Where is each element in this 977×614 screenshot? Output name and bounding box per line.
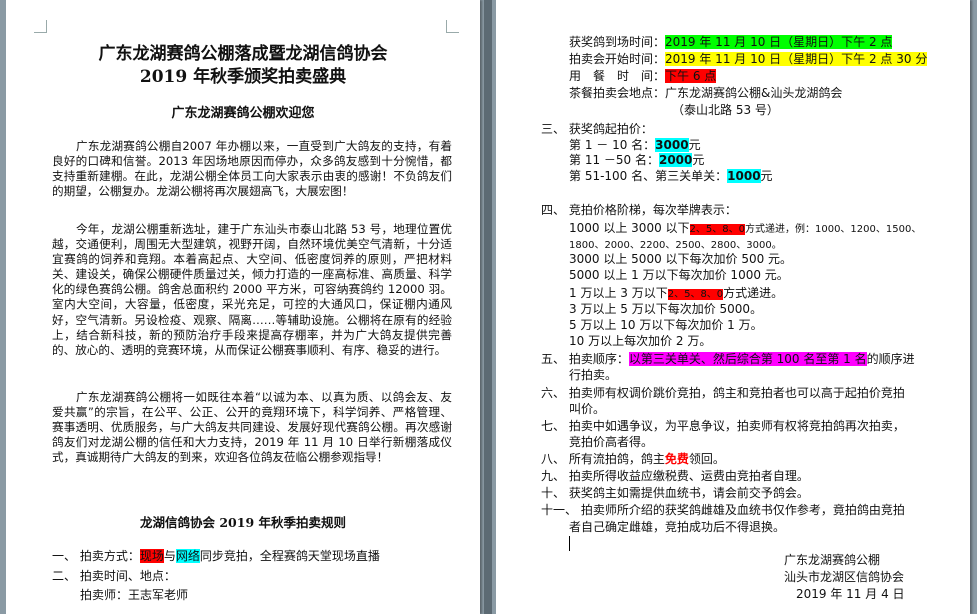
section-8-suffix: 领回。 [688,452,725,466]
price-unit: 元 [760,169,773,183]
price-unit: 元 [688,138,701,152]
bid-step-range: 1 万以上 3 万以下 [569,286,668,300]
section-8: 八、 所有流拍鸽，鸽主免费领回。 [541,452,725,467]
text-cursor[interactable] [569,536,570,551]
bid-step-suffix: 方式递进。 [723,286,784,300]
bid-step-1-cont: 1800、2000、2200、2500、2800、3000。 [569,240,782,251]
meal-time-value: 下午 6 点 [665,69,717,83]
section-3-title: 三、 获奖鸽起拍价： [541,122,653,136]
document-viewer: 广东龙湖赛鸽公棚落成暨龙湖信鸽协会 2019 年秋季颁奖拍卖盛典 广东龙湖赛鸽公… [0,0,977,614]
section-11: 十一、 拍卖师所介绍的获奖鸽雌雄及血统书仅作参考，竟拍鸽由竞拍 [541,503,905,517]
bid-step-7: 10 万以上每次加价 2 万。 [569,334,712,348]
price-row-top10: 第 1 － 10 名：3000元 [569,138,701,153]
bid-step-5: 3 万以上 5 万以下每次加价 5000。 [569,302,763,316]
free-return-text: 免费 [664,452,689,466]
rule-2: 二、 拍卖时间、地点： [52,569,176,583]
section-4-title: 四、 竞拍价格阶梯，每次举牌表示： [541,203,737,217]
bid-step-1: 1000 以上 3000 以下2、5、8、0方式递进，例：1000、1200、1… [569,221,921,237]
arrive-time-label: 获奖鸽到场时间： [569,35,666,49]
bid-step-6: 5 万以上 10 万以下每次加价 1 万。 [569,318,763,332]
highlight-onsite: 现场 [139,549,164,563]
doc-title-line2: 2019 年秋季颁奖拍卖盛典 [139,67,347,87]
margin-mark [446,20,459,33]
meal-time-label: 用 餐 时 间： [569,69,666,83]
welcome-heading: 广东龙湖赛鸽公棚欢迎您 [171,106,315,121]
arrive-time-value: 2019 年 11 月 10 日（星期日）下午 2 点 [665,35,893,49]
signature-org-1: 广东龙湖赛鸽公棚 [784,553,881,567]
page-left: 广东龙湖赛鸽公棚落成暨龙湖信鸽协会 2019 年秋季颁奖拍卖盛典 广东龙湖赛鸽公… [6,0,480,614]
section-11-cont: 者自己确定雌雄，竞拍成功后不得退换。 [569,520,786,534]
price-row-label: 第 11 －50 名： [569,153,659,167]
section-5-cont: 行拍卖。 [569,368,618,382]
price-row-label: 第 51-100 名、第三关单关： [569,169,728,183]
rule-1: 一、 拍卖方式：现场与网络同步竞拍，全程赛鸽天堂现场直播 [52,549,380,564]
price-row-51-100: 第 51-100 名、第三关单关：1000元 [569,169,773,184]
section-5: 五、 拍卖顺序：以第三关单关、然后综合第 100 名至第 1 名的顺序进 [541,352,915,367]
price-value: 2000 [658,153,693,167]
intro-paragraph-1: 广东龙湖赛鸽公棚自2007 年办棚以来，一直受到广大鸽友的支持，有着良好的口碑和… [52,139,452,199]
page-right: 获奖鸽到场时间：2019 年 11 月 10 日（星期日）下午 2 点 拍卖会开… [496,0,970,614]
section-7: 七、 拍卖中如遇争议，为平息争议，拍卖师有权将竞拍鸽再次拍卖， [541,419,905,433]
price-unit: 元 [692,153,705,167]
start-time-label: 拍卖会开始时间： [569,52,666,66]
price-value: 3000 [655,138,689,152]
arrive-time-row: 获奖鸽到场时间：2019 年 11 月 10 日（星期日）下午 2 点 [569,35,893,50]
price-row-11-50: 第 11 －50 名：2000元 [569,153,704,168]
bid-step-example: 方式递进，例：1000、1200、1500、 [744,224,922,235]
margin-mark [34,20,47,33]
intro-paragraph-3: 广东龙湖赛鸽公棚将一如既往本着“以诚为本、以真为质、以鸽会友、友爱共赢”的宗旨，… [52,390,452,465]
section-7-cont: 竞拍价高者得。 [569,435,654,449]
rule-1-mid: 与 [163,549,176,563]
signature-org-2: 汕头市龙湖区信鸽协会 [784,570,905,584]
bid-step-pattern: 2、5、8、0 [667,289,724,300]
start-time-value: 2019 年 11 月 10 日（星期日）下午 2 点 30 分 [665,52,928,66]
bid-step-pattern: 2、5、8、0 [689,224,745,235]
section-8-prefix: 八、 所有流拍鸽，鸽主 [541,452,665,466]
intro-paragraph-2: 今年，龙湖公棚重新选址，建于广东汕头市泰山北路 53 号，地理位置优越，交通便利… [52,222,452,357]
section-9: 九、 拍卖所得收益应缴税费、运费由竞拍者自理。 [541,469,809,483]
start-time-row: 拍卖会开始时间：2019 年 11 月 10 日（星期日）下午 2 点 30 分 [569,52,928,67]
section-6-cont: 叫价。 [569,402,606,416]
rule-1-prefix: 一、 拍卖方式： [52,549,140,563]
doc-title-line1: 广东龙湖赛鸽公棚落成暨龙湖信鸽协会 [98,44,388,64]
highlight-online: 网络 [175,549,200,563]
rule-1-suffix: 同步竞拍，全程赛鸽天堂现场直播 [199,549,380,563]
bid-step-range: 1000 以上 3000 以下 [569,221,690,235]
section-5-suffix: 的顺序进 [866,352,915,366]
venue-row: 茶餐拍卖会地点：广东龙湖赛鸽公棚&汕头龙湖鸽会 [569,86,842,101]
venue-address: （泰山北路 53 号） [672,103,779,117]
rules-title: 龙湖信鸽协会 2019 年秋季拍卖规则 [140,515,346,530]
price-row-label: 第 1 － 10 名： [569,138,656,152]
page-gap [484,0,492,614]
section-6: 六、 拍卖师有权调价跳价竞拍，鸽主和竞拍者也可以高于起拍价竞拍 [541,386,905,400]
bid-step-2: 3000 以上 5000 以下每次加价 500 元。 [569,252,793,266]
bid-step-3: 5000 以上 1 万以下每次加价 1000 元。 [569,268,789,282]
signature-date: 2019 年 11 月 4 日 [796,587,905,601]
auction-order-highlight: 以第三关单关、然后综合第 100 名至第 1 名 [628,352,867,366]
meal-time-row: 用 餐 时 间：下午 6 点 [569,69,717,84]
section-10: 十、 获奖鸽主如需提供血统书，请会前交予鸽会。 [541,486,809,500]
rule-2-auctioneer: 拍卖师：王志军老师 [80,588,189,602]
price-value: 1000 [727,169,761,183]
bid-step-4: 1 万以上 3 万以下2、5、8、0方式递进。 [569,286,783,302]
section-5-label: 五、 拍卖顺序： [541,352,629,366]
venue-value: 广东龙湖赛鸽公棚&汕头龙湖鸽会 [665,86,843,100]
venue-label: 茶餐拍卖会地点： [569,86,666,100]
